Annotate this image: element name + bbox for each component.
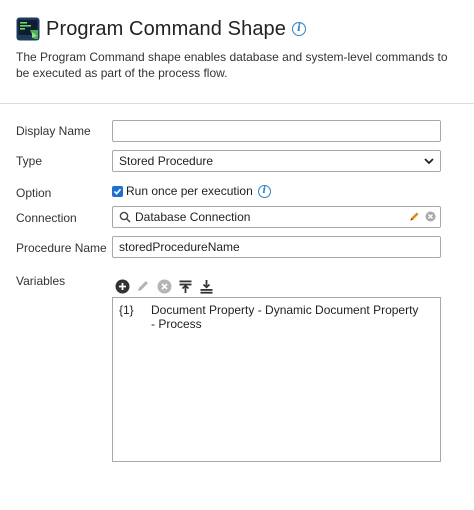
procedure-name-input[interactable]: storedProcedureName [112,236,441,258]
page-title: Program Command Shape [46,17,286,40]
option-label: Option [16,186,52,200]
connection-value: Database Connection [135,210,251,224]
connection-label: Connection [16,211,77,225]
connection-actions [409,211,436,222]
variables-label: Variables [16,274,66,288]
list-item[interactable]: {1} Document Property - Dynamic Document… [119,303,421,331]
procedure-name-value: storedProcedureName [119,240,240,254]
pencil-icon[interactable] [409,211,420,222]
shape-header: Program Command Shape i The Program Comm… [0,0,474,104]
run-once-checkbox[interactable] [112,185,123,197]
title-row: Program Command Shape i [16,14,306,44]
clear-icon[interactable] [425,211,436,222]
info-icon[interactable]: i [257,184,271,198]
move-to-top-icon [179,280,191,293]
type-label: Type [16,154,43,168]
edit-variable-button[interactable] [135,278,151,294]
checkmark-icon [113,188,122,195]
display-name-input[interactable] [112,120,441,142]
variable-key: {1} [119,303,134,317]
move-to-bottom-button[interactable] [198,278,214,294]
delete-icon [157,279,171,293]
move-to-bottom-icon [200,279,212,294]
search-icon [119,211,131,223]
move-to-top-button[interactable] [177,278,193,294]
run-once-option: Run once per execution i [112,184,271,198]
variables-list[interactable]: {1} Document Property - Dynamic Document… [112,297,441,462]
display-name-label: Display Name [16,124,91,138]
run-once-label[interactable]: Run once per execution [126,184,253,198]
variables-toolbar [114,278,214,294]
variable-value: Document Property - Dynamic Document Pro… [151,303,419,331]
shape-description: The Program Command shape enables databa… [16,50,448,80]
type-select[interactable]: Stored Procedure [112,150,441,172]
procedure-name-label: Procedure Name [16,241,107,255]
info-icon[interactable]: i [292,22,306,36]
chevron-down-icon [424,158,434,165]
connection-input[interactable]: Database Connection [112,206,441,228]
add-icon [115,279,129,293]
edit-icon [138,281,148,291]
delete-variable-button[interactable] [156,278,172,294]
type-selected-value: Stored Procedure [119,154,214,168]
program-command-shape-icon [16,17,40,41]
add-variable-button[interactable] [114,278,130,294]
